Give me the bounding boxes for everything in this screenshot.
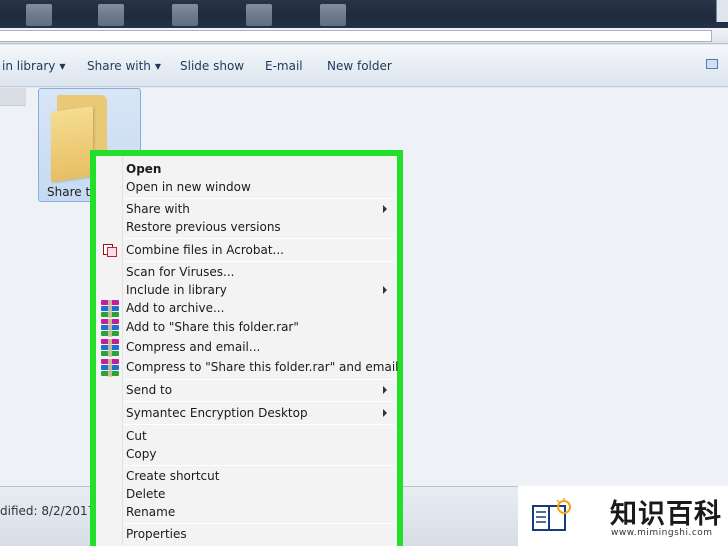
window-thumbnail-icon [26,4,52,26]
window-thumbnail-icon [246,4,272,26]
winrar-icon [101,319,119,337]
new-folder-button[interactable]: New folder [327,59,392,73]
window-control-button[interactable] [716,0,728,22]
winrar-icon [101,300,119,318]
submenu-arrow-icon [383,205,387,213]
menu-item-share-with[interactable]: Share with [96,201,397,219]
context-menu: Open Open in new window Share with Resto… [96,156,399,546]
menu-item-include-in-library[interactable]: Include in library [96,282,397,300]
submenu-arrow-icon [383,286,387,294]
book-lightbulb-icon [532,498,571,531]
menu-item-open-new-window[interactable]: Open in new window [96,179,397,197]
submenu-arrow-icon [383,386,387,394]
menu-separator [124,401,394,402]
menu-item-add-to-rar[interactable]: Add to "Share this folder.rar" [96,319,397,337]
command-bar: in library ▼ Share with ▼ Slide show E-mai… [0,45,728,87]
menu-separator [124,379,394,380]
menu-item-compress-rar-and-email[interactable]: Compress to "Share this folder.rar" and … [96,359,399,377]
menu-separator [124,261,394,262]
menu-item-add-to-archive[interactable]: Add to archive... [96,300,397,318]
menu-item-compress-and-email[interactable]: Compress and email... [96,339,397,357]
slide-show-button[interactable]: Slide show [180,59,244,73]
address-bar [0,28,728,44]
menu-item-cut[interactable]: Cut [96,428,397,446]
window-thumbnail-icon [320,4,346,26]
dropdown-caret-icon: ▼ [154,62,162,71]
include-in-library-button[interactable]: in library ▼ [2,59,66,73]
watermark-url: www.mimingshi.com [611,528,713,538]
menu-separator [124,523,394,524]
watermark-name: 知识百科 [610,499,722,530]
preview-pane-icon[interactable] [706,59,718,69]
address-input[interactable] [0,30,712,42]
winrar-icon [101,339,119,357]
menu-item-delete[interactable]: Delete [96,486,397,504]
menu-item-create-shortcut[interactable]: Create shortcut [96,468,397,486]
taskbar-band [0,0,728,28]
menu-item-scan-viruses[interactable]: Scan for Viruses... [96,264,397,282]
menu-item-properties[interactable]: Properties [96,526,397,544]
menu-separator [124,238,394,239]
menu-separator [124,198,394,199]
share-with-button[interactable]: Share with ▼ [87,59,161,73]
menu-item-symantec-encryption[interactable]: Symantec Encryption Desktop [96,405,397,423]
window-thumbnail-icon [98,4,124,26]
navigation-pane-edge [0,88,26,106]
menu-item-restore-previous-versions[interactable]: Restore previous versions [96,219,397,237]
menu-item-send-to[interactable]: Send to [96,382,397,400]
winrar-icon [101,359,119,377]
acrobat-icon [103,244,117,257]
context-menu-highlight: Open Open in new window Share with Resto… [90,150,403,546]
menu-separator [124,424,394,425]
email-button[interactable]: E-mail [265,59,303,73]
menu-item-rename[interactable]: Rename [96,504,397,522]
menu-separator [124,465,394,466]
watermark-logo: 知识百科 www.mimingshi.com [518,486,728,546]
menu-item-combine-acrobat[interactable]: Combine files in Acrobat... [96,242,397,260]
menu-item-copy[interactable]: Copy [96,446,397,464]
dropdown-caret-icon: ▼ [59,62,66,71]
menu-item-open[interactable]: Open [96,161,397,179]
window-thumbnail-icon [172,4,198,26]
submenu-arrow-icon [383,409,387,417]
